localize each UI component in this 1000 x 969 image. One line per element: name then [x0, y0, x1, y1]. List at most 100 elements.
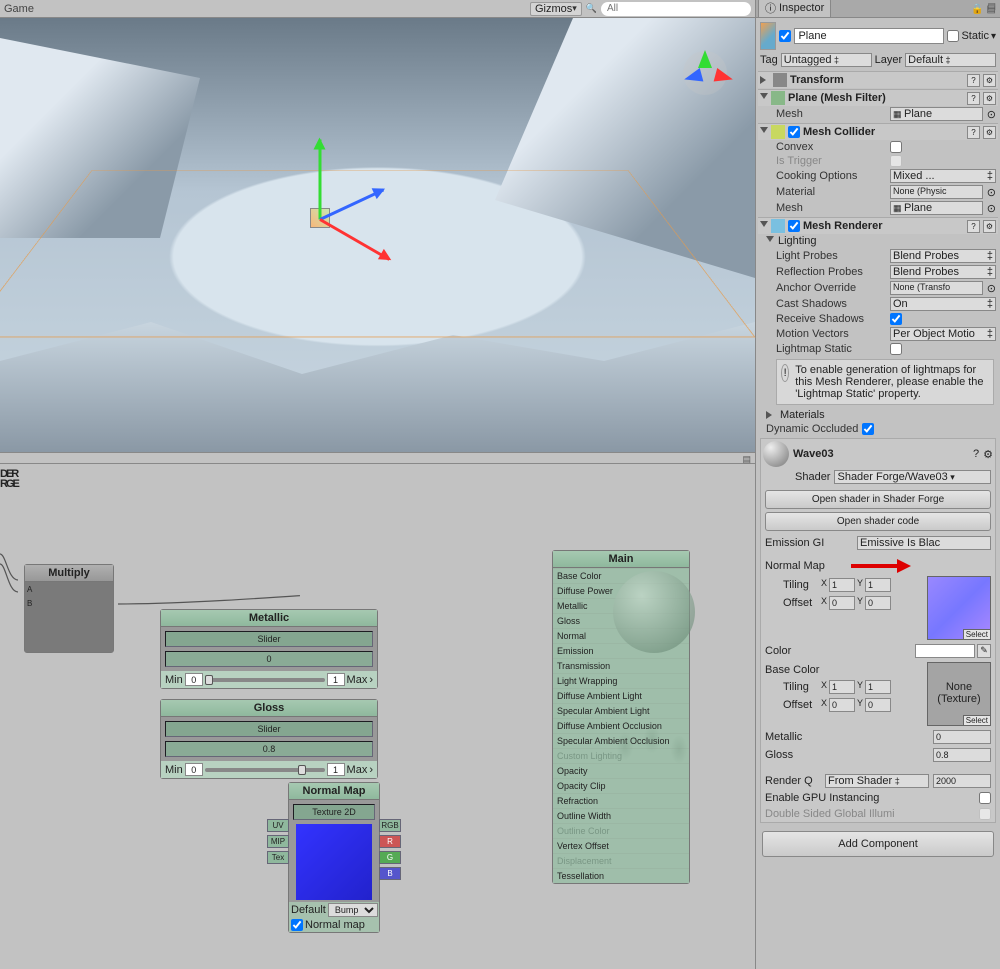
renderer-enabled-checkbox[interactable] — [788, 220, 800, 232]
nm-offset-y[interactable] — [865, 596, 891, 610]
normal-map-texture[interactable]: Select — [927, 576, 991, 640]
normal-map-checkbox[interactable] — [291, 919, 303, 931]
active-checkbox[interactable] — [779, 30, 791, 42]
lightmap-static-checkbox[interactable] — [890, 343, 902, 355]
anchor-field[interactable]: None (Transfo — [890, 281, 983, 295]
tag-dropdown[interactable]: Untagged ‡ — [781, 53, 872, 67]
node-gloss[interactable]: Gloss Slider 0.8 Min Max› — [160, 699, 378, 779]
slider-track[interactable] — [205, 678, 325, 682]
object-picker-icon[interactable]: ⊙ — [987, 186, 996, 199]
max-input[interactable] — [327, 763, 345, 776]
settings-icon[interactable]: ⚙ — [983, 92, 996, 105]
add-component-button[interactable]: Add Component — [762, 831, 994, 857]
renderqueue-dropdown[interactable]: From Shader ‡ — [825, 774, 929, 788]
eyedropper-icon[interactable]: ✎ — [977, 644, 991, 658]
docs-icon[interactable]: ? — [967, 126, 980, 139]
mesh-field[interactable]: ▦ Plane — [890, 107, 983, 121]
axis-y-icon[interactable] — [698, 43, 712, 68]
port-b[interactable]: B — [27, 599, 32, 608]
emission-dropdown[interactable]: Emissive Is Blac — [857, 536, 991, 550]
lighting-foldout[interactable]: Lighting — [778, 235, 817, 247]
dynamic-occluded-checkbox[interactable] — [862, 423, 874, 435]
transform-header[interactable]: Transform ? ⚙ — [758, 72, 998, 88]
object-name-input[interactable] — [794, 28, 944, 44]
renderqueue-input[interactable] — [933, 774, 991, 788]
basecolor-texture[interactable]: None (Texture) Select — [927, 662, 991, 726]
main-input-vertex-offset[interactable]: Vertex Offset — [553, 838, 689, 853]
main-input-specular-ambient-occlusion[interactable]: Specular Ambient Occlusion — [553, 733, 689, 748]
main-input-gloss[interactable]: Gloss — [553, 613, 689, 628]
collider-mesh-field[interactable]: ▦ Plane — [890, 201, 983, 215]
bc-tiling-x[interactable] — [829, 680, 855, 694]
lightprobes-dropdown[interactable]: Blend Probes‡ — [890, 249, 996, 263]
max-input[interactable] — [327, 673, 345, 686]
main-input-opacity-clip[interactable]: Opacity Clip — [553, 778, 689, 793]
port-rgb[interactable]: RGB — [379, 819, 401, 832]
shader-dropdown[interactable]: Shader Forge/Wave03 ▾ — [834, 470, 991, 484]
main-input-diffuse-power[interactable]: Diffuse Power — [553, 583, 689, 598]
docs-icon[interactable]: ? — [967, 220, 980, 233]
main-input-light-wrapping[interactable]: Light Wrapping — [553, 673, 689, 688]
gizmo-y-axis[interactable] — [319, 140, 322, 220]
receive-shadows-checkbox[interactable] — [890, 313, 902, 325]
main-input-diffuse-ambient-light[interactable]: Diffuse Ambient Light — [553, 688, 689, 703]
game-tab[interactable]: Game — [4, 3, 34, 15]
settings-icon[interactable]: ⚙ — [983, 74, 996, 87]
docs-icon[interactable]: ? — [967, 92, 980, 105]
motionvectors-dropdown[interactable]: Per Object Motio‡ — [890, 327, 996, 341]
cooking-dropdown[interactable]: Mixed ...‡ — [890, 169, 996, 183]
material-header[interactable]: Wave03 ? ⚙ — [761, 439, 995, 469]
main-input-base-color[interactable]: Base Color — [553, 568, 689, 583]
bc-offset-y[interactable] — [865, 698, 891, 712]
main-input-emission[interactable]: Emission — [553, 643, 689, 658]
open-shader-forge-button[interactable]: Open shader in Shader Forge — [765, 490, 991, 509]
mesh-filter-header[interactable]: Plane (Mesh Filter) ? ⚙ — [758, 90, 998, 106]
gpu-instancing-checkbox[interactable] — [979, 792, 991, 804]
node-main[interactable]: Main Base ColorDiffuse PowerMetallicGlos… — [552, 550, 690, 884]
scene-view[interactable] — [0, 18, 755, 452]
object-picker-icon[interactable]: ⊙ — [987, 282, 996, 295]
reflprobes-dropdown[interactable]: Blend Probes‡ — [890, 265, 996, 279]
main-input-tessellation[interactable]: Tessellation — [553, 868, 689, 883]
main-input-opacity[interactable]: Opacity — [553, 763, 689, 778]
settings-icon[interactable]: ⚙ — [983, 126, 996, 139]
port-uv[interactable]: UV — [267, 819, 289, 832]
nm-tiling-x[interactable] — [829, 578, 855, 592]
port-a[interactable]: A — [27, 585, 32, 594]
mesh-renderer-header[interactable]: Mesh Renderer ? ⚙ — [758, 218, 998, 234]
scene-search-input[interactable] — [601, 2, 751, 16]
main-input-normal[interactable]: Normal — [553, 628, 689, 643]
select-button[interactable]: Select — [963, 715, 991, 726]
gloss-input[interactable] — [933, 748, 991, 762]
node-normal-map[interactable]: Normal Map Texture 2D UV MIP Tex RGB R G… — [288, 782, 380, 933]
node-graph[interactable]: DERRGE Multiply A B Metallic — [0, 464, 755, 969]
nm-offset-x[interactable] — [829, 596, 855, 610]
docs-icon[interactable]: ? — [973, 448, 979, 460]
settings-icon[interactable]: ⚙ — [983, 220, 996, 233]
main-input-specular-ambient-light[interactable]: Specular Ambient Light — [553, 703, 689, 718]
bc-tiling-y[interactable] — [865, 680, 891, 694]
docs-icon[interactable]: ? — [967, 74, 980, 87]
static-checkbox[interactable] — [947, 30, 959, 42]
metallic-input[interactable] — [933, 730, 991, 744]
orientation-gizmo[interactable] — [675, 43, 735, 103]
main-input-diffuse-ambient-occlusion[interactable]: Diffuse Ambient Occlusion — [553, 718, 689, 733]
settings-icon[interactable]: ⚙ — [983, 448, 993, 461]
menu-icon[interactable]: ▤ — [987, 1, 996, 12]
layer-dropdown[interactable]: Default ‡ — [905, 53, 996, 67]
slider-track[interactable] — [205, 768, 325, 772]
node-metallic[interactable]: Metallic Slider 0 Min Max› — [160, 609, 378, 689]
color-swatch[interactable] — [915, 644, 975, 658]
min-input[interactable] — [185, 763, 203, 776]
panel-divider[interactable]: ▤ — [0, 452, 755, 464]
select-button[interactable]: Select — [963, 629, 991, 640]
bc-offset-x[interactable] — [829, 698, 855, 712]
gameobject-icon[interactable] — [760, 22, 776, 50]
open-shader-code-button[interactable]: Open shader code — [765, 512, 991, 531]
object-picker-icon[interactable]: ⊙ — [987, 202, 996, 215]
port-mip[interactable]: MIP — [267, 835, 289, 848]
main-input-refraction[interactable]: Refraction — [553, 793, 689, 808]
castshadows-dropdown[interactable]: On‡ — [890, 297, 996, 311]
gizmos-dropdown[interactable]: Gizmos ▾ — [530, 2, 582, 16]
mesh-collider-header[interactable]: Mesh Collider ? ⚙ — [758, 124, 998, 140]
